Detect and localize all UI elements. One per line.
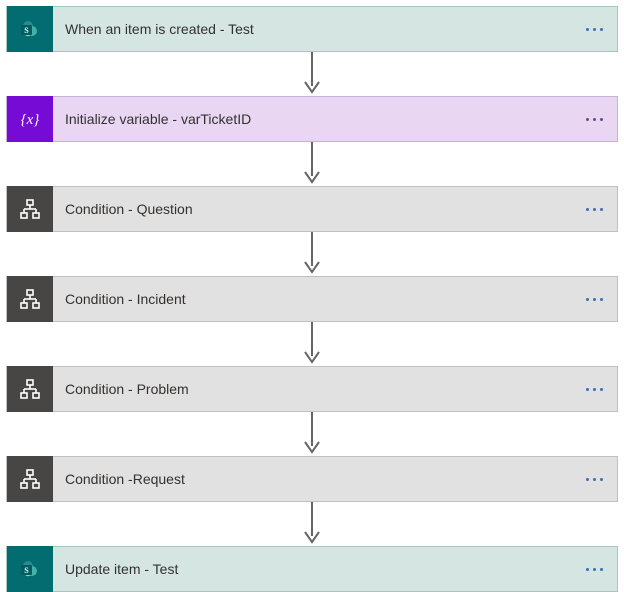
- condition-icon: [7, 276, 53, 322]
- svg-text:S: S: [24, 26, 29, 35]
- more-icon: [586, 298, 603, 301]
- flow-step-action[interactable]: S Update item - Test: [6, 546, 618, 592]
- connector-arrow: [6, 142, 618, 186]
- more-icon: [586, 118, 603, 121]
- step-label: Update item - Test: [53, 561, 571, 577]
- more-icon: [586, 208, 603, 211]
- step-menu-button[interactable]: [571, 96, 617, 142]
- condition-icon: [7, 186, 53, 232]
- step-menu-button[interactable]: [571, 276, 617, 322]
- connector-arrow: [6, 52, 618, 96]
- step-label: Initialize variable - varTicketID: [53, 111, 571, 127]
- svg-text:{x}: {x}: [21, 112, 40, 128]
- flow-container: S When an item is created - Test {x} Ini…: [6, 6, 618, 592]
- step-label: Condition - Problem: [53, 381, 571, 397]
- variable-icon: {x}: [7, 96, 53, 142]
- step-menu-button[interactable]: [571, 546, 617, 592]
- flow-step-condition[interactable]: Condition - Question: [6, 186, 618, 232]
- step-label: When an item is created - Test: [53, 21, 571, 37]
- step-label: Condition -Request: [53, 471, 571, 487]
- flow-step-variable[interactable]: {x} Initialize variable - varTicketID: [6, 96, 618, 142]
- more-icon: [586, 478, 603, 481]
- sharepoint-icon: S: [7, 6, 53, 52]
- flow-step-condition[interactable]: Condition -Request: [6, 456, 618, 502]
- connector-arrow: [6, 322, 618, 366]
- condition-icon: [7, 456, 53, 502]
- connector-arrow: [6, 502, 618, 546]
- flow-step-trigger[interactable]: S When an item is created - Test: [6, 6, 618, 52]
- step-label: Condition - Question: [53, 201, 571, 217]
- connector-arrow: [6, 232, 618, 276]
- condition-icon: [7, 366, 53, 412]
- step-menu-button[interactable]: [571, 366, 617, 412]
- more-icon: [586, 568, 603, 571]
- step-menu-button[interactable]: [571, 456, 617, 502]
- flow-step-condition[interactable]: Condition - Problem: [6, 366, 618, 412]
- step-menu-button[interactable]: [571, 186, 617, 232]
- more-icon: [586, 388, 603, 391]
- sharepoint-icon: S: [7, 546, 53, 592]
- more-icon: [586, 28, 603, 31]
- step-label: Condition - Incident: [53, 291, 571, 307]
- step-menu-button[interactable]: [571, 6, 617, 52]
- flow-step-condition[interactable]: Condition - Incident: [6, 276, 618, 322]
- svg-text:S: S: [24, 566, 29, 575]
- connector-arrow: [6, 412, 618, 456]
